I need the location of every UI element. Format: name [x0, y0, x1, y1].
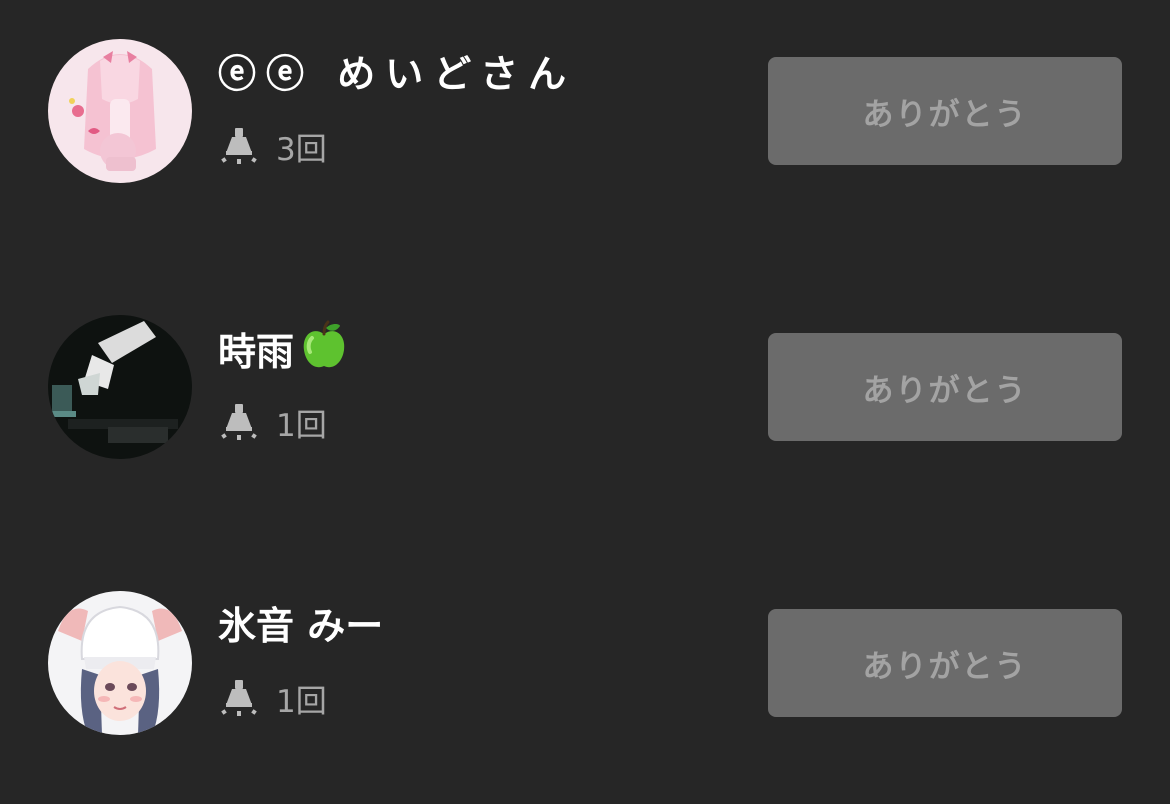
support-count-text: 3回 — [276, 131, 327, 168]
spotlight-icon — [220, 678, 258, 718]
supporter-name[interactable]: 時雨 — [218, 320, 350, 383]
supporter-name[interactable]: ⓔⓔ めいどさん — [218, 50, 576, 98]
thanks-button[interactable]: ありがとう — [768, 57, 1122, 165]
supporter-row: ⓔⓔ めいどさん 3回 ありがとう — [0, 36, 1170, 186]
support-count: 1回 — [220, 676, 327, 720]
thanks-button[interactable]: ありがとう — [768, 609, 1122, 717]
supporter-name-text: 時雨 — [218, 330, 295, 374]
avatar[interactable] — [48, 315, 192, 459]
support-count: 3回 — [220, 124, 327, 168]
supporter-row: 時雨 1回 ありがとう — [0, 312, 1170, 462]
supporter-list: ⓔⓔ めいどさん 3回 ありがとう 時雨 1回 ありがとう 氷音 みー 1回 あ… — [0, 0, 1170, 804]
spotlight-icon — [220, 126, 258, 166]
green-apple-icon — [298, 320, 350, 383]
supporter-row: 氷音 みー 1回 ありがとう — [0, 588, 1170, 738]
support-count-text: 1回 — [276, 407, 327, 444]
spotlight-icon — [220, 402, 258, 442]
support-count: 1回 — [220, 400, 327, 444]
thanks-button[interactable]: ありがとう — [768, 333, 1122, 441]
avatar[interactable] — [48, 39, 192, 183]
support-count-text: 1回 — [276, 683, 327, 720]
supporter-name[interactable]: 氷音 みー — [218, 602, 383, 650]
avatar[interactable] — [48, 591, 192, 735]
